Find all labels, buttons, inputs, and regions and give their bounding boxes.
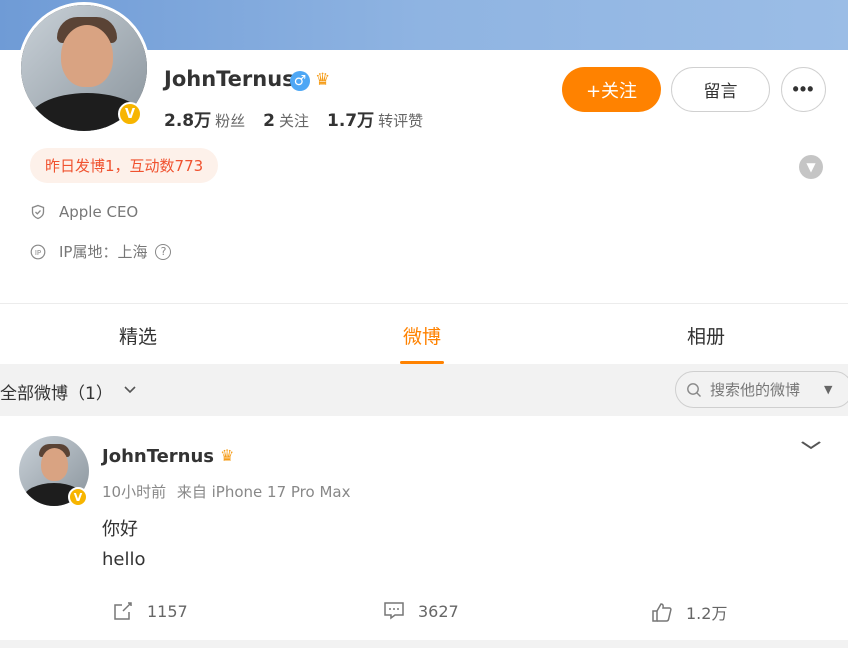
profile-tabs: 精选 微博 相册 (0, 304, 848, 364)
message-button[interactable]: 留言 (671, 67, 770, 112)
post-text-line: hello (102, 549, 146, 570)
post-source: 来自 iPhone 17 Pro Max (176, 483, 351, 501)
engagement-label: 转评赞 (378, 112, 424, 130)
ip-text: IP属地：上海 (59, 243, 148, 261)
comment-count: 3627 (418, 601, 459, 621)
comment-button[interactable]: 3627 (383, 600, 459, 622)
like-button[interactable]: 1.2万 (651, 600, 727, 624)
profile-stats: 2.8万 粉丝 2 关注 1.7万 转评赞 (164, 106, 441, 131)
comment-icon (383, 600, 405, 622)
like-count: 1.2万 (686, 604, 728, 623)
crown-icon[interactable]: ♛ (315, 70, 335, 90)
title-info-row: Apple CEO (30, 203, 138, 221)
feed-separator (0, 640, 848, 648)
help-icon[interactable]: ? (155, 243, 172, 260)
tab-album[interactable]: 相册 (687, 322, 725, 349)
ip-info-row: IP IP属地：上海 ? (30, 241, 172, 262)
thumbs-up-icon (651, 601, 673, 623)
post-time[interactable]: 10小时前 (102, 483, 166, 501)
post-filter-dropdown[interactable]: 全部微博（1） (0, 379, 137, 404)
follow-button[interactable]: +关注 (562, 67, 661, 112)
engagement-count: 1.7万 (327, 111, 375, 131)
filter-bar: 全部微博（1） ▼ (0, 364, 848, 416)
share-icon (112, 600, 134, 622)
profile-name: JohnTernus (164, 67, 295, 91)
tab-featured[interactable]: 精选 (119, 322, 157, 349)
male-icon: ♂ (290, 71, 310, 91)
search-icon (686, 382, 702, 398)
chevron-down-icon (123, 384, 137, 399)
verified-badge-icon: V (68, 487, 88, 507)
fans-label: 粉丝 (215, 112, 246, 130)
post-meta: 10小时前 来自 iPhone 17 Pro Max (102, 481, 356, 502)
following-label: 关注 (278, 112, 309, 130)
chevron-down-icon[interactable]: ▼ (799, 155, 823, 179)
post-actions: 1157 3627 1.2万 (0, 600, 848, 624)
following-count: 2 (263, 111, 275, 131)
repost-button[interactable]: 1157 (112, 600, 188, 622)
following-stat[interactable]: 2 关注 (263, 110, 309, 131)
more-options-button[interactable]: ••• (781, 67, 826, 112)
fans-count: 2.8万 (164, 111, 212, 131)
svg-text:IP: IP (35, 248, 41, 256)
post-search-box[interactable]: ▼ (675, 371, 848, 408)
engagement-stat: 1.7万 转评赞 (327, 106, 423, 131)
activity-badge: 昨日发博1，互动数773 (30, 148, 219, 183)
crown-icon: ♛ (220, 446, 235, 465)
post-text-line: 你好 (102, 519, 138, 540)
shield-icon (30, 204, 46, 220)
post-filter-label: 全部微博（1） (0, 384, 113, 404)
ip-icon: IP (30, 244, 46, 260)
title-text: Apple CEO (59, 203, 139, 221)
search-scope-caret-icon[interactable]: ▼ (824, 383, 832, 396)
fans-stat[interactable]: 2.8万 粉丝 (164, 106, 245, 131)
tab-weibo[interactable]: 微博 (403, 322, 441, 349)
verified-badge-icon: V (118, 102, 142, 126)
post-author-name[interactable]: JohnTernus (102, 446, 214, 467)
repost-count: 1157 (147, 601, 188, 621)
post-card: V JohnTernus ♛ 10小时前 来自 iPhone 17 Pro Ma… (0, 416, 848, 640)
post-menu-chevron-icon[interactable] (801, 438, 822, 454)
post-search-input[interactable] (710, 380, 820, 399)
